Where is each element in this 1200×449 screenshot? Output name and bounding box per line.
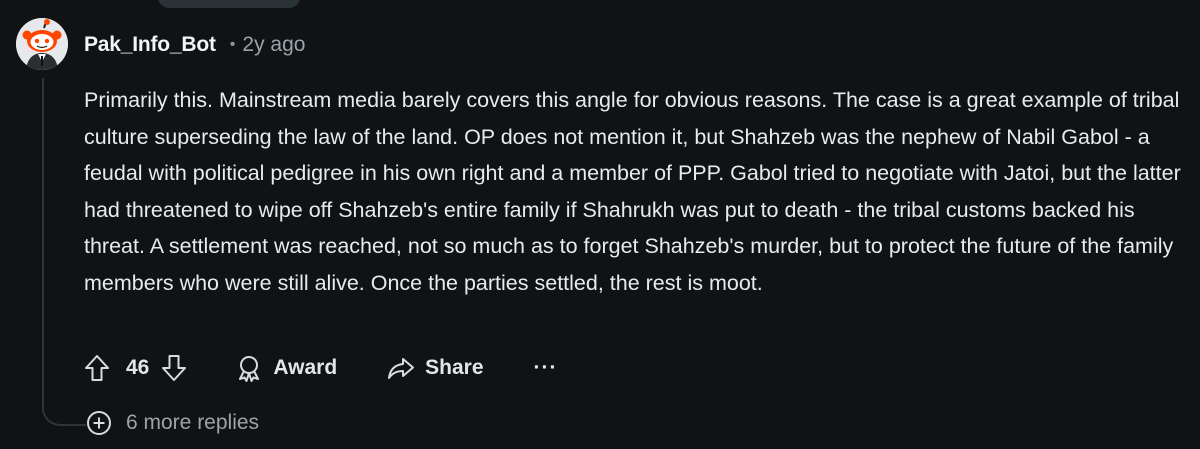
upvote-button[interactable] [84, 354, 110, 382]
arrow-up-icon [85, 355, 109, 381]
downvote-button[interactable] [161, 354, 187, 382]
share-icon [388, 358, 415, 379]
vote-group: 46 [84, 354, 187, 382]
share-label: Share [425, 356, 484, 379]
award-button[interactable]: Award [235, 354, 337, 382]
comment-actions: 46 Award Share ··· [84, 348, 558, 388]
top-pill [158, 0, 300, 8]
comment-body: Primarily this. Mainstream media barely … [84, 88, 1181, 295]
ellipsis-icon: ··· [533, 356, 558, 379]
separator-dot: • [229, 36, 236, 53]
comment-header: Pak_Info_Bot • 2y ago [84, 30, 305, 60]
thread-branch-line [42, 384, 86, 426]
award-label: Award [273, 356, 338, 379]
vote-count: 46 [126, 356, 150, 379]
award-icon [239, 356, 260, 382]
more-options-button[interactable]: ··· [534, 356, 558, 380]
avatar[interactable] [16, 18, 68, 70]
arrow-down-icon [162, 355, 187, 381]
author-username[interactable]: Pak_Info_Bot [84, 33, 216, 57]
share-button[interactable]: Share [387, 354, 484, 382]
plus-circle-icon [87, 411, 111, 435]
more-replies-button[interactable]: 6 more replies [86, 410, 259, 436]
comment-timestamp[interactable]: 2y ago [242, 33, 305, 57]
snoo-avatar-icon [16, 18, 68, 70]
more-replies-label: 6 more replies [126, 411, 260, 434]
thread-line[interactable] [42, 78, 44, 390]
